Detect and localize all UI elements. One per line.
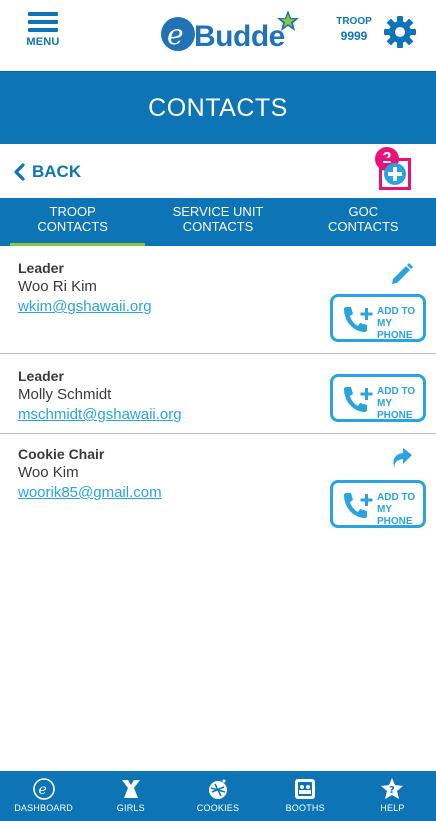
tab-label-line2: CONTACTS — [328, 219, 399, 234]
nav-dashboard[interactable]: e DASHBOARD — [0, 771, 87, 821]
svg-text:e: e — [167, 18, 184, 51]
tab-label-line2: CONTACTS — [182, 219, 254, 234]
tab-label-line1: TROOP — [49, 204, 96, 219]
phone-add-icon — [344, 307, 373, 332]
booth-icon — [295, 779, 316, 799]
contact-name: Woo Kim — [18, 464, 79, 481]
add-to-phone-button[interactable]: ADD TO MY PHONE — [330, 294, 426, 342]
gear-icon — [384, 16, 416, 48]
nav-label: BOOTHS — [285, 803, 325, 813]
pencil-icon[interactable] — [389, 260, 415, 286]
nav-label: DASHBOARD — [14, 803, 73, 813]
contact-role: Cookie Chair — [18, 446, 105, 462]
hamburger-icon — [28, 12, 58, 32]
nav-label: HELP — [380, 803, 405, 813]
contact-email-link[interactable]: mschmidt@gshawaii.org — [18, 406, 182, 423]
svg-text:e: e — [38, 782, 46, 798]
bottom-navigation: e DASHBOARD GIRLS COOKIES BOOTHS ? HELP — [0, 771, 436, 821]
phone-add-icon — [344, 493, 373, 518]
add-to-phone-line2: MY PHONE — [377, 318, 413, 341]
contact-card: Cookie Chair Woo Kim woorik85@gmail.com … — [0, 434, 436, 534]
e-logo-icon: e — [32, 778, 55, 800]
add-to-phone-line2: MY PHONE — [377, 398, 413, 421]
contact-email-link[interactable]: wkim@gshawaii.org — [18, 298, 152, 315]
tab-troop-contacts[interactable]: TROOP CONTACTS — [0, 198, 146, 246]
back-row: BACK 2 — [0, 144, 436, 198]
add-to-phone-line1: ADD TO — [377, 492, 416, 503]
cookie-icon — [209, 779, 227, 799]
nav-cookies[interactable]: COOKIES — [174, 771, 261, 821]
add-to-phone-label: ADD TO MY PHONE — [377, 306, 423, 342]
menu-label: MENU — [26, 36, 60, 48]
brand-name: Budde — [194, 20, 285, 53]
tab-label-line1: SERVICE UNIT — [172, 204, 264, 219]
chevron-left-icon — [14, 163, 25, 181]
menu-button[interactable]: MENU — [18, 12, 68, 52]
ebudde-logo: e Budde — [158, 6, 308, 54]
girl-icon — [121, 780, 140, 798]
add-to-phone-line2: MY PHONE — [377, 504, 413, 527]
add-contact-button[interactable] — [383, 162, 407, 186]
add-to-phone-label: ADD TO MY PHONE — [377, 492, 423, 528]
phone-add-icon — [344, 387, 373, 412]
contact-role: Leader — [18, 368, 64, 384]
troop-settings-button[interactable]: TROOP 9999 — [328, 12, 418, 52]
back-label: BACK — [32, 162, 82, 181]
troop-label: TROOP — [336, 16, 372, 27]
tab-label-line1: GOC — [348, 204, 379, 219]
nav-girls[interactable]: GIRLS — [87, 771, 174, 821]
nav-label: GIRLS — [116, 803, 145, 813]
add-to-phone-line1: ADD TO — [377, 386, 416, 397]
contact-role: Leader — [18, 260, 64, 276]
back-button[interactable]: BACK — [12, 162, 81, 182]
page-title-bar: CONTACTS — [0, 71, 436, 144]
help-icon: ? — [381, 778, 404, 799]
add-to-phone-label: ADD TO MY PHONE — [377, 386, 423, 422]
tab-service-unit-contacts[interactable]: SERVICE UNIT CONTACTS — [145, 198, 290, 246]
tab-goc-contacts[interactable]: GOC CONTACTS — [291, 198, 436, 246]
add-to-phone-button[interactable]: ADD TO MY PHONE — [330, 374, 426, 422]
add-to-phone-line1: ADD TO — [377, 306, 416, 317]
page-title: CONTACTS — [148, 94, 288, 122]
nav-label: COOKIES — [196, 803, 240, 813]
contact-email-link[interactable]: woorik85@gmail.com — [18, 484, 162, 501]
nav-help[interactable]: ? HELP — [349, 771, 436, 821]
contact-name: Woo Ri Kim — [18, 278, 97, 295]
share-arrow-icon[interactable] — [389, 446, 415, 472]
contact-name: Molly Schmidt — [18, 386, 112, 403]
nav-booths[interactable]: BOOTHS — [262, 771, 349, 821]
tab-label-line2: CONTACTS — [37, 219, 108, 234]
contact-tabs: TROOP CONTACTS SERVICE UNIT CONTACTS GOC… — [0, 198, 436, 246]
troop-number: 9999 — [340, 29, 368, 43]
contact-card: Leader Molly Schmidt mschmidt@gshawaii.o… — [0, 354, 436, 434]
top-bar: MENU e Budde TROOP 9999 — [0, 0, 436, 71]
add-to-phone-button[interactable]: ADD TO MY PHONE — [330, 480, 426, 528]
svg-text:?: ? — [389, 785, 395, 796]
contact-card: Leader Woo Ri Kim wkim@gshawaii.org ADD … — [0, 246, 436, 354]
